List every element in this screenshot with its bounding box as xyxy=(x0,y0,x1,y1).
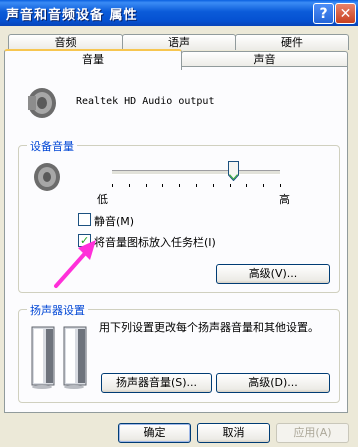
slider-tick xyxy=(162,184,163,187)
speaker-icon xyxy=(28,88,56,118)
slider-tick xyxy=(246,184,247,187)
close-icon: ✕ xyxy=(339,6,352,22)
help-button[interactable]: ? xyxy=(313,3,334,24)
tab-sounds[interactable]: 声音 xyxy=(181,51,348,67)
slider-tick xyxy=(196,184,197,187)
close-button[interactable]: ✕ xyxy=(335,3,356,24)
slider-tick xyxy=(112,184,113,187)
volume-slider-thumb[interactable] xyxy=(227,161,239,181)
device-volume-title: 设备音量 xyxy=(27,138,77,154)
slider-low-label: 低 xyxy=(97,193,108,206)
volume-speaker-icon xyxy=(34,163,60,191)
window-title: 声音和音频设备 属性 xyxy=(6,8,138,23)
cancel-button[interactable]: 取消 xyxy=(197,423,270,443)
help-icon: ? xyxy=(319,6,328,22)
speaker-advanced-button[interactable]: 高级(D)... xyxy=(216,373,330,393)
device-name: Realtek HD Audio output xyxy=(76,96,215,107)
slider-tick xyxy=(280,184,281,187)
slider-tick xyxy=(179,184,180,187)
speaker-settings-title: 扬声器设置 xyxy=(27,302,88,318)
mute-checkbox[interactable] xyxy=(78,213,91,226)
tab-hardware[interactable]: 硬件 xyxy=(235,34,349,50)
speaker-volume-button[interactable]: 扬声器音量(S)... xyxy=(101,373,212,393)
tray-icon-label[interactable]: 将音量图标放入任务栏(I) xyxy=(94,234,216,250)
speakers-icon xyxy=(31,326,87,389)
apply-button[interactable]: 应用(A) xyxy=(276,423,349,443)
speaker-settings-description: 用下列设置更改每个扬声器音量和其他设置。 xyxy=(99,321,319,334)
slider-high-label: 高 xyxy=(279,193,290,206)
volume-slider-track[interactable] xyxy=(112,170,280,175)
tab-audio[interactable]: 音频 xyxy=(8,34,123,50)
tab-voice[interactable]: 语声 xyxy=(122,34,236,50)
slider-tick xyxy=(213,184,214,187)
device-advanced-button[interactable]: 高级(V)... xyxy=(216,264,330,284)
title-bar[interactable]: 声音和音频设备 属性 ? ✕ xyxy=(0,0,358,26)
mute-label[interactable]: 静音(M) xyxy=(94,213,134,229)
slider-tick xyxy=(230,184,231,187)
tab-volume[interactable]: 音量 xyxy=(4,49,182,70)
slider-tick xyxy=(263,184,264,187)
slider-tick xyxy=(129,184,130,187)
properties-window: 声音和音频设备 属性 ? ✕ 音频 语声 硬件 音量 声音 Realtek HD… xyxy=(0,0,358,447)
slider-tick xyxy=(146,184,147,187)
ok-button[interactable]: 确定 xyxy=(118,423,191,443)
annotation-arrow-icon xyxy=(54,240,96,288)
